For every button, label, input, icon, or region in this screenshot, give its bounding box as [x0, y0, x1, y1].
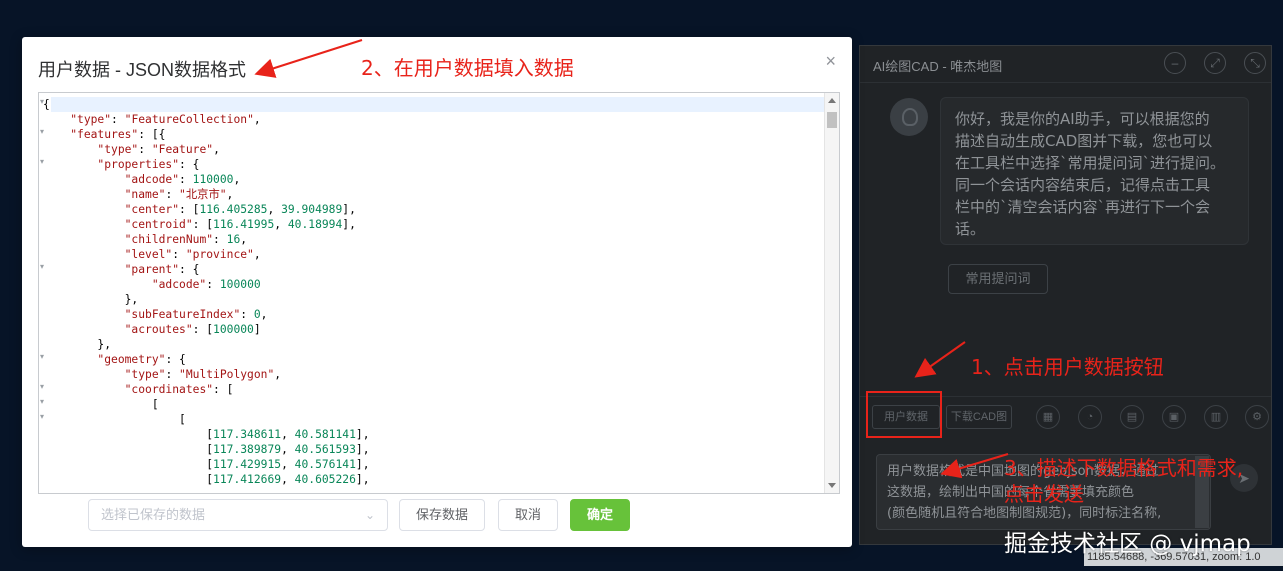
annotation-arrows [254, 39, 1009, 479]
arrow-step-2 [254, 39, 363, 78]
arrow-step-1 [914, 341, 966, 378]
arrow-step-3 [940, 453, 1009, 479]
